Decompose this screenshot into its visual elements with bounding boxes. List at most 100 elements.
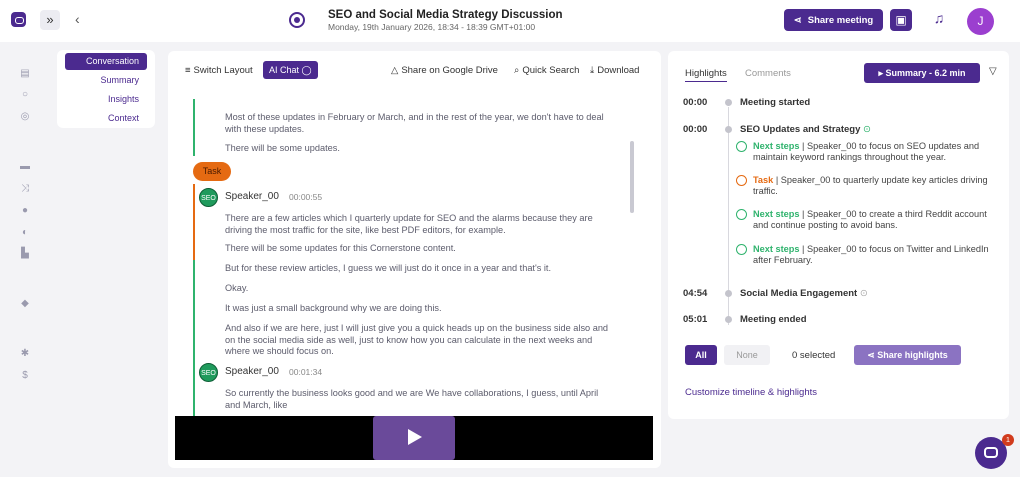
highlight-checkbox[interactable]	[736, 141, 747, 152]
switch-layout-button[interactable]: ≡ Switch Layout	[185, 65, 253, 76]
transcript-paragraph[interactable]: There are a few articles which I quarter…	[225, 213, 610, 236]
transcript-icon[interactable]: ▤	[19, 68, 31, 80]
timeline-label-text: SEO Updates and Strategy	[740, 124, 861, 135]
meeting-date: Monday, 19th January 2026, 18:34 - 18:39…	[328, 22, 536, 32]
transcript-paragraph[interactable]: There will be some updates for this Corn…	[225, 243, 610, 255]
filter-icon[interactable]: ▽	[989, 66, 997, 77]
video-player[interactable]	[175, 416, 653, 460]
selected-count: 0 selected	[792, 350, 836, 361]
transcript-paragraph[interactable]: Most of these updates in February or Mar…	[225, 112, 610, 135]
chart-icon[interactable]: ▙	[19, 248, 31, 260]
shuffle-icon[interactable]: ⤨	[19, 183, 31, 195]
ai-chat-button[interactable]: AI Chat ◯	[263, 61, 318, 79]
speaker-avatar: SEO	[199, 363, 218, 382]
transcript-panel: ≡ Switch Layout AI Chat ◯ △ Share on Goo…	[168, 51, 661, 468]
highlight-kind: Next steps	[753, 244, 800, 254]
meeting-title: SEO and Social Media Strategy Discussion	[328, 9, 563, 21]
timeline-dot	[725, 99, 732, 106]
nav-insights[interactable]: Insights	[108, 94, 139, 104]
share-highlights-button[interactable]: ⋖ Share highlights	[854, 345, 961, 365]
timeline-label[interactable]: SEO Updates and Strategy ⊙	[740, 124, 871, 135]
nav-conversation[interactable]: Conversation	[65, 53, 147, 70]
chat-bubble-icon: ◯	[301, 65, 312, 75]
bell-icon[interactable]: ♫	[930, 10, 948, 30]
transcript-scrollbar[interactable]	[630, 141, 634, 213]
nav-context[interactable]: Context	[108, 113, 139, 123]
share-drive-button[interactable]: △ Share on Google Drive	[391, 65, 498, 76]
summary-play-button[interactable]: ▸ Summary - 6.2 min	[864, 63, 980, 83]
tab-comments[interactable]: Comments	[745, 68, 791, 79]
highlight-checkbox[interactable]	[736, 175, 747, 186]
user-avatar[interactable]: J	[967, 8, 994, 35]
toggle-icon[interactable]: ◐	[19, 227, 31, 239]
timeline-time[interactable]: 04:54	[683, 288, 707, 299]
transcript-paragraph[interactable]: But for these review articles, I guess w…	[225, 263, 610, 275]
transcript-paragraph[interactable]: So currently the business looks good and…	[225, 388, 610, 411]
smile-icon[interactable]: ●	[19, 205, 31, 217]
app-logo-icon[interactable]	[11, 12, 26, 27]
customize-timeline-link[interactable]: Customize timeline & highlights	[685, 387, 817, 398]
speaker-timestamp[interactable]: 00:01:34	[289, 367, 322, 377]
highlight-item[interactable]: Next steps | Speaker_00 to focus on SEO …	[753, 141, 993, 163]
timeline-label[interactable]: Meeting ended	[740, 314, 807, 325]
segment-bar	[193, 99, 195, 156]
highlight-item[interactable]: Next steps | Speaker_00 to focus on Twit…	[753, 244, 993, 266]
share-meeting-label: Share meeting	[807, 14, 874, 26]
transcript-paragraph[interactable]: Okay.	[225, 283, 610, 295]
highlight-item[interactable]: Task | Speaker_00 to quarterly update ke…	[753, 175, 993, 197]
highlight-text: | Speaker_00 to quarterly update key art…	[753, 175, 988, 196]
speaker-avatar: SEO	[199, 188, 218, 207]
timeline-label-text: Social Media Engagement	[740, 288, 858, 299]
timeline-time[interactable]: 00:00	[683, 124, 707, 135]
segment-bar	[193, 260, 195, 363]
switch-layout-label: Switch Layout	[193, 65, 253, 76]
gift-icon[interactable]: ▣	[890, 9, 912, 31]
timeline-time[interactable]: 05:01	[683, 314, 707, 325]
transcript-paragraph[interactable]: There will be some updates.	[225, 143, 610, 155]
timeline-label[interactable]: Meeting started	[740, 97, 810, 108]
transcript-paragraph[interactable]: It was just a small background why we ar…	[225, 303, 610, 315]
highlight-kind: Next steps	[753, 141, 800, 151]
bulb-icon[interactable]: ◆	[19, 298, 31, 310]
search-icon: ⌕	[514, 65, 520, 76]
timeline-label[interactable]: Social Media Engagement ⊙	[740, 288, 868, 299]
filter-all-button[interactable]: All	[685, 345, 717, 365]
timeline-time[interactable]: 00:00	[683, 97, 707, 108]
filter-none-button[interactable]: None	[724, 345, 770, 365]
share-meeting-button[interactable]: ⋖ Share meeting	[784, 9, 883, 31]
segment-bar	[193, 363, 195, 417]
timeline-dot	[725, 290, 732, 297]
share-drive-label: Share on Google Drive	[401, 65, 498, 76]
speaker-name: Speaker_00	[225, 366, 279, 377]
share-highlights-label: Share highlights	[877, 350, 948, 360]
neutral-face-icon: ⊙	[859, 288, 868, 299]
timeline-dot	[725, 316, 732, 323]
download-button[interactable]: ⤓ Download	[590, 65, 639, 76]
download-label: Download	[597, 65, 640, 76]
download-icon: ⤓	[590, 65, 595, 76]
chat-icon[interactable]: ▬	[19, 161, 31, 173]
speaker-timestamp[interactable]: 00:00:55	[289, 192, 322, 202]
task-segment-bar	[193, 184, 195, 260]
back-button[interactable]: ‹	[75, 11, 80, 27]
highlight-kind: Next steps	[753, 209, 800, 219]
dollar-icon[interactable]: $	[19, 370, 31, 382]
tab-highlights[interactable]: Highlights	[685, 68, 727, 82]
transcript-paragraph[interactable]: And also if we are here, just I will jus…	[225, 323, 610, 358]
quick-search-button[interactable]: ⌕ Quick Search	[514, 65, 579, 76]
task-tag[interactable]: Task	[193, 162, 231, 181]
quick-search-label: Quick Search	[522, 65, 580, 76]
speaker-name: Speaker_00	[225, 191, 279, 202]
analytics-search-icon[interactable]: ◎	[19, 111, 31, 123]
expand-sidebar-button[interactable]: »	[40, 10, 60, 30]
highlights-panel: Highlights Comments ▸ Summary - 6.2 min …	[668, 51, 1009, 419]
meeting-icon	[289, 12, 305, 28]
nav-summary[interactable]: Summary	[100, 75, 139, 85]
drive-icon: △	[391, 65, 399, 76]
search-icon[interactable]: ○	[19, 89, 31, 101]
play-icon[interactable]	[408, 429, 422, 445]
highlight-checkbox[interactable]	[736, 244, 747, 255]
highlight-checkbox[interactable]	[736, 209, 747, 220]
gear-icon[interactable]: ✱	[19, 348, 31, 360]
highlight-item[interactable]: Next steps | Speaker_00 to create a thir…	[753, 209, 993, 231]
